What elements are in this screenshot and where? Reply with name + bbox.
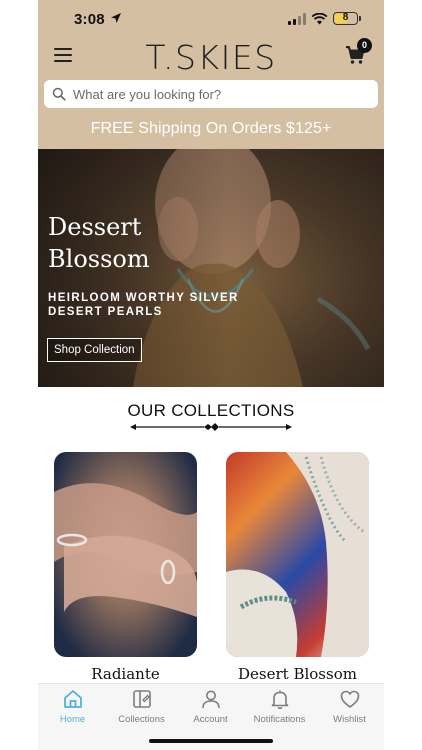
ornament-divider <box>130 423 292 431</box>
tab-account-label: Account <box>193 714 228 725</box>
tab-wishlist[interactable]: Wishlist <box>315 688 384 725</box>
collection-label-radiante[interactable]: Radiante <box>54 665 197 683</box>
collections-heading: OUR COLLECTIONS <box>127 401 295 420</box>
collection-card-desert-blossom[interactable] <box>226 452 369 657</box>
hero-title: Dessert Blossom <box>48 213 150 273</box>
brand-logo[interactable]: T.SKIES <box>38 38 384 77</box>
collection-label-desert-blossom[interactable]: Desert Blossom <box>226 665 369 683</box>
search-input[interactable] <box>73 86 363 102</box>
heart-icon <box>340 690 359 708</box>
collection-card-radiante[interactable] <box>54 452 197 657</box>
collections-icon <box>132 690 151 708</box>
hero-banner[interactable]: Dessert Blossom HEIRLOOM WORTHY SILVER D… <box>38 149 384 387</box>
tab-notifications-label: Notifications <box>253 714 306 725</box>
desert-blossom-image <box>226 452 369 657</box>
shop-collection-button[interactable]: Shop Collection <box>47 338 142 362</box>
cellular-signal-icon <box>288 12 306 25</box>
status-icons: 8 <box>288 12 361 25</box>
battery-icon: 8 <box>333 12 361 25</box>
cart-count-badge: 0 <box>357 38 372 53</box>
cart-button[interactable]: 0 <box>344 38 372 68</box>
tab-collections[interactable]: Collections <box>107 688 176 725</box>
account-icon <box>201 690 220 709</box>
status-time: 3:08 <box>74 11 105 28</box>
battery-level: 8 <box>342 12 349 23</box>
home-icon <box>63 690 82 708</box>
tab-account[interactable]: Account <box>176 688 245 725</box>
location-arrow-icon <box>111 13 121 23</box>
tab-home-label: Home <box>59 714 86 725</box>
tab-notifications[interactable]: Notifications <box>245 688 314 725</box>
tab-wishlist-label: Wishlist <box>333 714 366 725</box>
wifi-icon <box>311 12 328 24</box>
promo-banner-text: FREE Shipping On Orders $125+ <box>90 120 332 137</box>
hero-subtitle: HEIRLOOM WORTHY SILVER DESERT PEARLS <box>48 292 239 318</box>
search-icon <box>52 87 66 101</box>
radiante-image <box>54 483 197 617</box>
app-screen: 3:08 8 T.SKIES 0 What are you looking fo… <box>38 0 384 750</box>
app-header: T.SKIES 0 <box>38 36 384 78</box>
search-bar[interactable] <box>44 80 378 108</box>
tab-home[interactable]: Home <box>38 688 107 725</box>
home-indicator <box>149 739 273 743</box>
bell-icon <box>271 690 288 710</box>
tab-collections-label: Collections <box>118 714 165 725</box>
status-bar: 3:08 8 <box>38 0 384 36</box>
